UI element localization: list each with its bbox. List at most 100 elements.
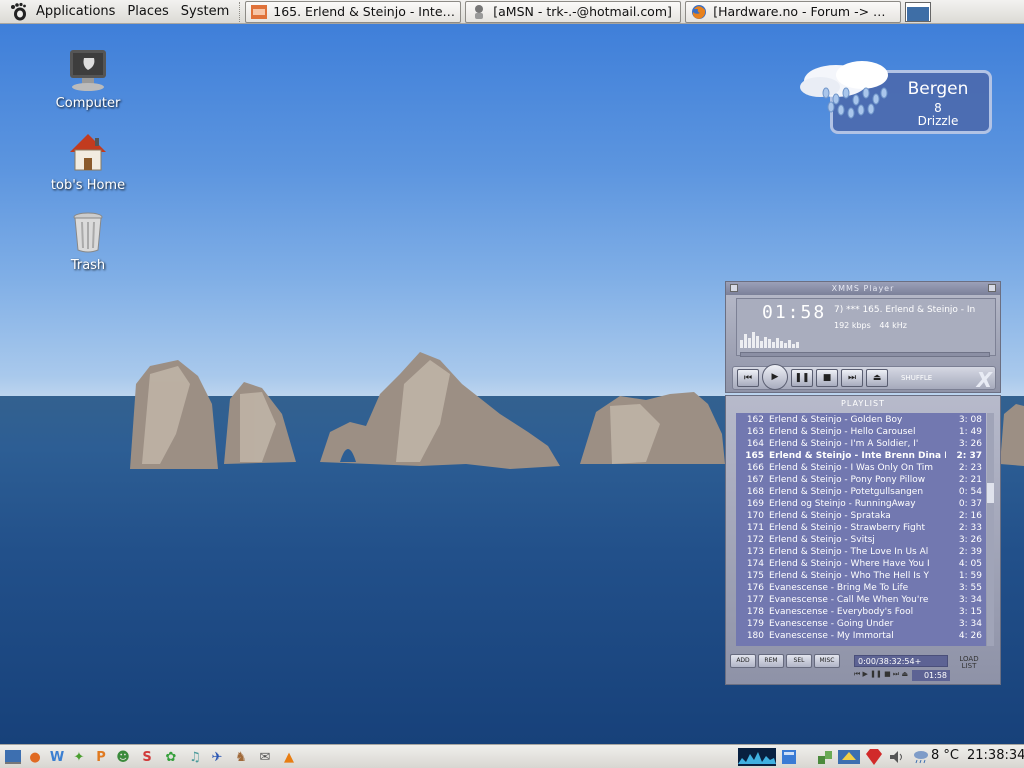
music-launcher-icon[interactable]: ♫ — [186, 748, 204, 766]
show-desktop-icon[interactable] — [4, 748, 22, 766]
eject-button[interactable]: ⏏ — [866, 369, 888, 387]
track-duration: 3: 34 — [958, 595, 982, 605]
track-number: 164 — [746, 439, 764, 449]
playlist-row[interactable]: 172 Erlend & Steinjo - Svitsj 3: 26 — [736, 534, 986, 546]
track-number: 172 — [746, 535, 764, 545]
firefox-launcher-icon[interactable]: ● — [26, 748, 44, 766]
track-number: 176 — [746, 583, 764, 593]
playlist-row[interactable]: 180 Evanescense - My Immortal 4: 26 — [736, 630, 986, 642]
playlist-row[interactable]: 178 Evanescense - Everybody's Fool 3: 15 — [736, 606, 986, 618]
playlist-row[interactable]: 165 Erlend & Steinjo - Inte Brenn Dina H 2… — [736, 450, 986, 462]
task-button-firefox[interactable]: [Hardware.no - Forum -> … — [685, 0, 902, 23]
presentation-launcher-icon[interactable]: P — [92, 748, 110, 766]
stop-button[interactable]: ■ — [816, 369, 838, 387]
task-button-xmms[interactable]: 165. Erlend & Steinjo - Inte… — [245, 0, 462, 23]
menu-applications[interactable]: Applications — [30, 0, 121, 24]
playlist-add-button[interactable]: ADD — [730, 654, 756, 668]
xmms-visualizer[interactable] — [740, 322, 820, 348]
playlist-row[interactable]: 176 Evanescense - Bring Me To Life 3: 55 — [736, 582, 986, 594]
playlist-row[interactable]: 179 Evanescense - Going Under 3: 34 — [736, 618, 986, 630]
skype-launcher-icon[interactable]: S — [138, 748, 156, 766]
xmms-titlebar[interactable]: XMMS Player — [726, 282, 1000, 295]
next-icon: ⏭ — [847, 373, 857, 383]
playlist-row[interactable]: 169 Erlend og Steinjo - RunningAway 0: 37 — [736, 498, 986, 510]
playlist-list[interactable]: 162 Erlend & Steinjo - Golden Boy 3: 08 163… — [736, 413, 986, 646]
clock[interactable]: 21:38:34 — [967, 748, 1024, 763]
track-duration: 0: 37 — [958, 499, 982, 509]
desktop-icon-computer[interactable]: Computer — [43, 46, 133, 111]
playlist-select-button[interactable]: SEL — [786, 654, 812, 668]
vlc-launcher-icon[interactable]: ▲ — [280, 748, 298, 766]
xmms-bitrate-info: 192 kbps 44 kHz — [834, 321, 907, 330]
playlist-row[interactable]: 163 Erlend & Steinjo - Hello Carousel 1: 4… — [736, 426, 986, 438]
weather-tray-icon[interactable] — [912, 748, 930, 766]
xmms-frequency-unit: kHz — [892, 321, 907, 330]
computer-icon — [64, 46, 112, 94]
playlist-buttons: ADD REM SEL MISC — [730, 654, 850, 674]
azureus-launcher-icon[interactable]: ✈ — [208, 748, 226, 766]
playlist-row[interactable]: 167 Erlend & Steinjo - Pony Pony Pillow 2:… — [736, 474, 986, 486]
playlist-row[interactable]: 177 Evanescense - Call Me When You're 3: 3… — [736, 594, 986, 606]
xmms-playlist-window[interactable]: PLAYLIST 162 Erlend & Steinjo - Golden Bo… — [725, 395, 1001, 685]
previous-button[interactable]: ⏮ — [737, 369, 759, 387]
playlist-remove-button[interactable]: REM — [758, 654, 784, 668]
xmms-seek-bar[interactable] — [740, 352, 990, 357]
globe-launcher-icon[interactable]: ✿ — [162, 748, 180, 766]
load-list-button[interactable]: LOAD LIST — [954, 656, 984, 670]
thunderbird-launcher-icon[interactable]: ✉ — [256, 748, 274, 766]
pause-icon: ❚❚ — [794, 373, 810, 383]
menu-places[interactable]: Places — [121, 0, 174, 24]
tray-temperature[interactable]: 8 °C — [931, 748, 959, 763]
track-duration: 0: 54 — [958, 487, 982, 497]
desktop-icon-trash[interactable]: Trash — [43, 208, 133, 273]
playlist-row[interactable]: 170 Erlend & Steinjo - Sprataka 2: 16 — [736, 510, 986, 522]
playlist-row[interactable]: 168 Erlend & Steinjo - Potetgullsangen 0: … — [736, 486, 986, 498]
playlist-titlebar[interactable]: PLAYLIST — [726, 398, 1000, 410]
volume-icon[interactable] — [888, 748, 906, 766]
task-button-amsn[interactable]: [aMSN - trk-.-@hotmail.com] — [465, 0, 682, 23]
workspace-switcher[interactable] — [905, 1, 932, 22]
playlist-row[interactable]: 175 Erlend & Steinjo - Who The Hell Is Y 1… — [736, 570, 986, 582]
writer-launcher-icon[interactable]: W — [48, 748, 66, 766]
notes-icon[interactable] — [780, 748, 798, 766]
drizzle-cloud-icon — [800, 61, 888, 119]
gimp-launcher-icon[interactable]: ♞ — [232, 748, 250, 766]
network-icon[interactable] — [816, 748, 834, 766]
desktop-icon-label: tob's Home — [50, 178, 126, 193]
playlist-row[interactable]: 171 Erlend & Steinjo - Strawberry Fight 2:… — [736, 522, 986, 534]
playlist-row[interactable]: 166 Erlend & Steinjo - I Was Only On Tim 2… — [736, 462, 986, 474]
desktop-icon-home[interactable]: tob's Home — [43, 128, 133, 193]
xmms-time[interactable]: 01:58 — [762, 302, 826, 323]
pause-button[interactable]: ❚❚ — [791, 369, 813, 387]
track-duration: 2: 21 — [958, 475, 982, 485]
playlist-misc-button[interactable]: MISC — [814, 654, 840, 668]
xmms-close-button[interactable] — [988, 284, 996, 292]
next-button[interactable]: ⏭ — [841, 369, 863, 387]
gnome-foot-icon[interactable] — [8, 1, 30, 23]
playlist-row[interactable]: 162 Erlend & Steinjo - Golden Boy 3: 08 — [736, 414, 986, 426]
track-duration: 1: 49 — [958, 427, 982, 437]
msn-launcher-icon[interactable]: ☻ — [114, 748, 132, 766]
eject-icon: ⏏ — [872, 373, 882, 383]
update-notifier-icon[interactable] — [838, 748, 860, 766]
gem-icon[interactable] — [864, 748, 882, 766]
playlist-row[interactable]: 164 Erlend & Steinjo - I'm A Soldier, I' 3… — [736, 438, 986, 450]
xmms-player-window[interactable]: XMMS Player 01:58 7) *** 165. Erlend & S… — [725, 281, 1001, 393]
playlist-scroll-thumb[interactable] — [987, 483, 994, 503]
track-title: Erlend & Steinjo - Inte Brenn Dina H — [769, 451, 946, 461]
play-button[interactable]: ▶ — [762, 364, 788, 390]
track-duration: 2: 16 — [958, 511, 982, 521]
playlist-row[interactable]: 174 Erlend & Steinjo - Where Have You I 4:… — [736, 558, 986, 570]
menu-system[interactable]: System — [175, 0, 235, 24]
desktop-icon-label: Trash — [70, 258, 106, 273]
system-monitor-icon[interactable] — [738, 748, 776, 766]
gaim-launcher-icon[interactable]: ✦ — [70, 748, 88, 766]
xmms-menu-button[interactable] — [730, 284, 738, 292]
task-label: [Hardware.no - Forum -> … — [713, 4, 886, 19]
playlist-scrollbar[interactable] — [987, 413, 994, 646]
shuffle-toggle[interactable]: SHUFFLE — [901, 374, 932, 382]
task-label: 165. Erlend & Steinjo - Inte… — [273, 4, 456, 19]
track-number: 166 — [746, 463, 764, 473]
track-duration: 3: 26 — [958, 439, 982, 449]
playlist-row[interactable]: 173 Erlend & Steinjo - The Love In Us Al 2… — [736, 546, 986, 558]
